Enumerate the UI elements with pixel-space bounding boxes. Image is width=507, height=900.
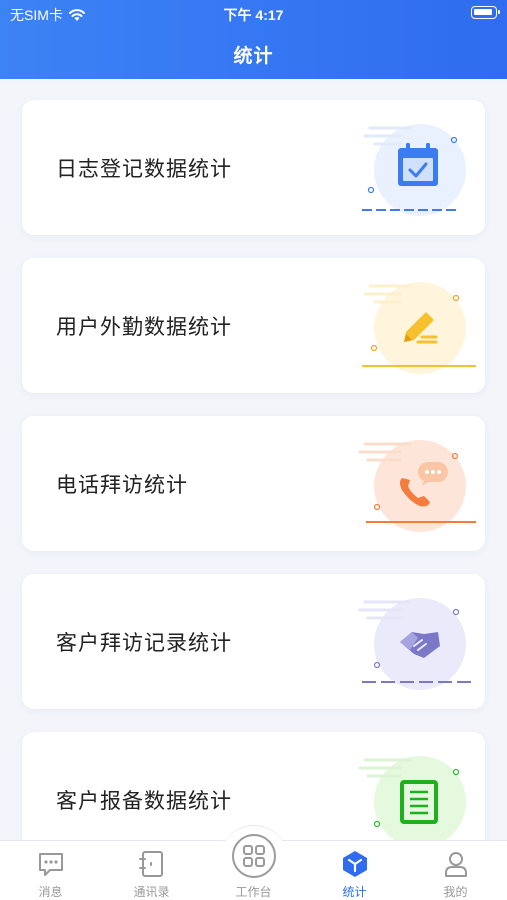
handshake-icon (358, 598, 476, 690)
card-customer-visit-stats[interactable]: 客户拜访记录统计 (22, 574, 485, 709)
card-customer-report-stats[interactable]: 客户报备数据统计 (22, 732, 485, 840)
card-label: 日志登记数据统计 (56, 157, 232, 181)
pencil-edit-icon (362, 282, 476, 374)
phone-chat-icon (358, 440, 476, 532)
card-log-registration-stats[interactable]: 日志登记数据统计 (22, 100, 485, 235)
person-icon (445, 852, 467, 877)
status-time: 下午 4:17 (223, 7, 284, 23)
grid-icon (243, 845, 265, 867)
tab-label: 工作台 (235, 885, 272, 899)
tab-label: 通讯录 (133, 885, 170, 899)
card-field-work-stats[interactable]: 用户外勤数据统计 (22, 258, 485, 393)
tab-label: 我的 (443, 885, 468, 899)
statistics-cube-icon (343, 851, 367, 877)
tab-statistics[interactable]: 统计 (304, 841, 405, 900)
status-bar: 无SIM卡 下午 4:17 (0, 0, 507, 28)
card-label: 用户外勤数据统计 (56, 315, 232, 339)
tab-label: 消息 (38, 885, 63, 899)
calendar-check-icon (362, 124, 466, 216)
card-label: 电话拜访统计 (56, 473, 188, 497)
document-list-icon (358, 756, 466, 840)
tab-bar: 消息 通讯录 工作台 统计 我的 (0, 825, 507, 900)
contacts-book-icon (139, 851, 163, 877)
card-phone-visit-stats[interactable]: 电话拜访统计 (22, 416, 485, 551)
tab-mine[interactable]: 我的 (405, 841, 506, 900)
app-header: 无SIM卡 下午 4:17 统计 (0, 0, 507, 79)
page-title: 统计 (233, 46, 274, 67)
tab-messages[interactable]: 消息 (0, 841, 101, 900)
card-label: 客户拜访记录统计 (56, 631, 232, 655)
tab-label: 统计 (342, 885, 367, 899)
battery-icon (471, 6, 500, 19)
stats-list: 日志登记数据统计 用户外勤数据统计 电话拜访统计 客户拜访记录统计 客户报备数据… (0, 79, 507, 840)
card-label: 客户报备数据统计 (56, 789, 232, 813)
message-icon (39, 853, 63, 876)
tab-contacts[interactable]: 通讯录 (101, 841, 202, 900)
workbench-grid-icon[interactable] (232, 834, 276, 878)
